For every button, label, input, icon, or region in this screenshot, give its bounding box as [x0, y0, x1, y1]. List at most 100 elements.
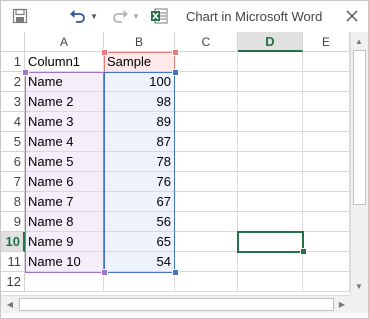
range-resize-handle-h-right[interactable]: [172, 49, 179, 56]
cell-b5[interactable]: 87: [104, 132, 175, 152]
undo-button[interactable]: [67, 5, 89, 27]
cell-c3[interactable]: [175, 92, 238, 112]
cell-c1[interactable]: [175, 52, 238, 72]
cell-d11[interactable]: [238, 252, 303, 272]
row-header-5[interactable]: 5: [1, 132, 25, 152]
redo-dropdown[interactable]: ▼: [131, 5, 141, 27]
scroll-right-icon[interactable]: ▶: [334, 296, 350, 312]
spreadsheet-grid[interactable]: A B C D E 1 Column1 Sample 2 Name 100 3 Name 29…: [1, 32, 350, 295]
cell-d8[interactable]: [238, 192, 303, 212]
cell-b2[interactable]: 100: [104, 72, 175, 92]
cell-e9[interactable]: [303, 212, 350, 232]
cell-c5[interactable]: [175, 132, 238, 152]
column-header-b[interactable]: B: [104, 32, 175, 52]
cell-b1[interactable]: Sample: [104, 52, 175, 72]
row-header-10[interactable]: 10: [1, 232, 25, 252]
cell-e4[interactable]: [303, 112, 350, 132]
vertical-scrollbar[interactable]: ▲ ▼: [350, 32, 368, 295]
cell-e7[interactable]: [303, 172, 350, 192]
cell-b8[interactable]: 67: [104, 192, 175, 212]
cell-c10[interactable]: [175, 232, 238, 252]
undo-icon: [70, 10, 85, 23]
row-header-3[interactable]: 3: [1, 92, 25, 112]
cell-e2[interactable]: [303, 72, 350, 92]
vertical-scroll-thumb[interactable]: [353, 50, 366, 205]
range-resize-handle-a-bottom[interactable]: [101, 269, 108, 276]
cell-a11[interactable]: Name 10: [25, 252, 104, 272]
cell-a9[interactable]: Name 8: [25, 212, 104, 232]
cell-a7[interactable]: Name 6: [25, 172, 104, 192]
cell-d12[interactable]: [238, 272, 303, 292]
scroll-up-icon[interactable]: ▲: [351, 33, 367, 49]
cell-c12[interactable]: [175, 272, 238, 292]
range-resize-handle-b-top[interactable]: [172, 69, 179, 76]
scroll-left-icon[interactable]: ◀: [2, 296, 18, 312]
range-resize-handle-b-bottom[interactable]: [172, 269, 179, 276]
row-header-7[interactable]: 7: [1, 172, 25, 192]
cell-b7[interactable]: 76: [104, 172, 175, 192]
redo-button[interactable]: [109, 5, 131, 27]
horizontal-scroll-thumb[interactable]: [19, 298, 334, 311]
cell-d3[interactable]: [238, 92, 303, 112]
cell-d5[interactable]: [238, 132, 303, 152]
cell-e12[interactable]: [303, 272, 350, 292]
cell-a8[interactable]: Name 7: [25, 192, 104, 212]
row-header-9[interactable]: 9: [1, 212, 25, 232]
cell-e3[interactable]: [303, 92, 350, 112]
cell-a4[interactable]: Name 3: [25, 112, 104, 132]
cell-a6[interactable]: Name 5: [25, 152, 104, 172]
cell-b11[interactable]: 54: [104, 252, 175, 272]
cell-d2[interactable]: [238, 72, 303, 92]
undo-dropdown[interactable]: ▼: [89, 5, 99, 27]
select-all-corner[interactable]: [1, 32, 25, 52]
cell-c11[interactable]: [175, 252, 238, 272]
cell-d1[interactable]: [238, 52, 303, 72]
cell-a10[interactable]: Name 9: [25, 232, 104, 252]
cell-c4[interactable]: [175, 112, 238, 132]
cell-a5[interactable]: Name 4: [25, 132, 104, 152]
cell-b3[interactable]: 98: [104, 92, 175, 112]
cell-e1[interactable]: [303, 52, 350, 72]
cell-e5[interactable]: [303, 132, 350, 152]
cell-e8[interactable]: [303, 192, 350, 212]
cell-d9[interactable]: [238, 212, 303, 232]
scroll-down-icon[interactable]: ▼: [351, 278, 367, 294]
row-header-8[interactable]: 8: [1, 192, 25, 212]
cell-c2[interactable]: [175, 72, 238, 92]
cell-b10[interactable]: 65: [104, 232, 175, 252]
cell-c6[interactable]: [175, 152, 238, 172]
column-header-a[interactable]: A: [25, 32, 104, 52]
cell-b12[interactable]: [104, 272, 175, 292]
cell-e6[interactable]: [303, 152, 350, 172]
close-button[interactable]: [342, 6, 362, 26]
range-resize-handle-h-left[interactable]: [101, 49, 108, 56]
row-header-6[interactable]: 6: [1, 152, 25, 172]
cell-d6[interactable]: [238, 152, 303, 172]
cell-a1[interactable]: Column1: [25, 52, 104, 72]
cell-d7[interactable]: [238, 172, 303, 192]
range-resize-handle-a-top[interactable]: [22, 69, 29, 76]
cell-c8[interactable]: [175, 192, 238, 212]
horizontal-scrollbar[interactable]: ◀ ▶: [1, 295, 350, 313]
cell-a3[interactable]: Name 2: [25, 92, 104, 112]
cell-c9[interactable]: [175, 212, 238, 232]
row-header-11[interactable]: 11: [1, 252, 25, 272]
cell-d10[interactable]: [238, 232, 303, 252]
cell-c7[interactable]: [175, 172, 238, 192]
cell-a2[interactable]: Name: [25, 72, 104, 92]
cell-e10[interactable]: [303, 232, 350, 252]
cell-d4[interactable]: [238, 112, 303, 132]
cell-b9[interactable]: 56: [104, 212, 175, 232]
column-header-e[interactable]: E: [303, 32, 350, 52]
column-header-d[interactable]: D: [238, 32, 303, 52]
column-header-c[interactable]: C: [175, 32, 238, 52]
cell-b4[interactable]: 89: [104, 112, 175, 132]
fill-handle[interactable]: [300, 248, 307, 255]
row-header-4[interactable]: 4: [1, 112, 25, 132]
cell-e11[interactable]: [303, 252, 350, 272]
open-in-excel-button[interactable]: [148, 5, 170, 27]
row-header-12[interactable]: 12: [1, 272, 25, 292]
save-button[interactable]: [9, 5, 31, 27]
cell-b6[interactable]: 78: [104, 152, 175, 172]
cell-a12[interactable]: [25, 272, 104, 292]
